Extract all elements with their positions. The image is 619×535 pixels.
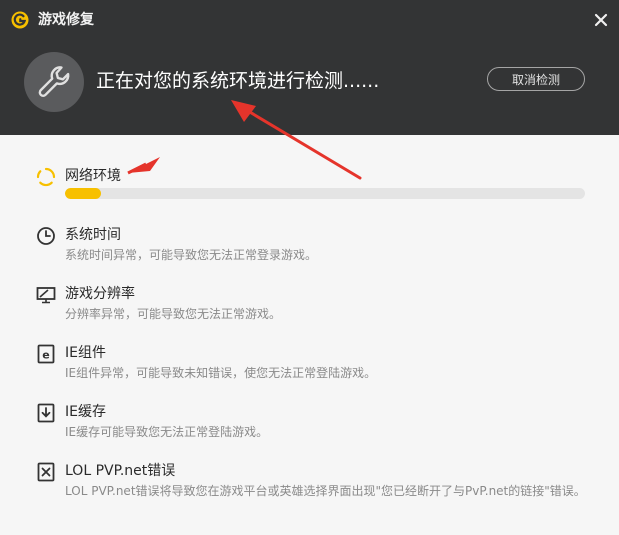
check-description: IE缓存可能导致您无法正常登陆游戏。 — [65, 425, 269, 439]
check-description: 分辨率异常，可能导致您无法正常游戏。 — [65, 307, 282, 321]
spinner-icon — [36, 167, 56, 187]
check-label: IE组件 — [65, 345, 106, 361]
wrench-badge — [24, 52, 84, 112]
check-item-system-time: 系统时间 系统时间异常，可能导致您无法正常登录游戏。 — [0, 224, 619, 282]
check-item-ie-cache: IE缓存 IE缓存可能导致您无法正常登陆游戏。 — [0, 401, 619, 459]
check-description: 系统时间异常，可能导致您无法正常登录游戏。 — [65, 248, 318, 262]
download-icon — [37, 403, 55, 423]
cancel-detection-button[interactable]: 取消检测 — [487, 67, 585, 91]
g-logo-icon — [11, 11, 29, 29]
check-label: IE缓存 — [65, 404, 106, 420]
wrench-icon — [38, 66, 70, 97]
network-progress-fill — [65, 188, 102, 199]
broken-file-icon — [37, 462, 55, 482]
game-repair-window: 游戏修复 正在对您的系统环境进行检测...... 取消检测 网络环境 系统时间 … — [0, 0, 619, 535]
check-label: LOL PVP.net错误 — [65, 463, 176, 479]
header-bar: 游戏修复 正在对您的系统环境进行检测...... 取消检测 — [0, 0, 619, 135]
svg-text:e: e — [42, 349, 49, 362]
check-description: IE组件异常，可能导致未知错误，使您无法正常登陆游戏。 — [65, 366, 377, 380]
check-item-pvp-net: LOL PVP.net错误 LOL PVP.net错误将导致您在游戏平台或英雄选… — [0, 460, 619, 518]
check-list: 网络环境 系统时间 系统时间异常，可能导致您无法正常登录游戏。 游戏分辨率 分辨… — [0, 135, 619, 535]
check-label-network: 网络环境 — [65, 168, 121, 184]
close-icon[interactable] — [592, 11, 610, 29]
check-label: 系统时间 — [65, 227, 121, 243]
window-title: 游戏修复 — [38, 12, 94, 28]
check-item-resolution: 游戏分辨率 分辨率异常，可能导致您无法正常游戏。 — [0, 283, 619, 341]
check-description: LOL PVP.net错误将导致您在游戏平台或英雄选择界面出现"您已经断开了与P… — [65, 484, 586, 498]
monitor-icon — [36, 287, 56, 304]
network-progress-bar — [65, 188, 585, 199]
check-label: 游戏分辨率 — [65, 286, 135, 302]
check-item-ie-component: e IE组件 IE组件异常，可能导致未知错误，使您无法正常登陆游戏。 — [0, 342, 619, 400]
clock-icon — [37, 227, 55, 245]
status-text: 正在对您的系统环境进行检测...... — [96, 70, 380, 92]
ie-icon: e — [37, 344, 55, 364]
